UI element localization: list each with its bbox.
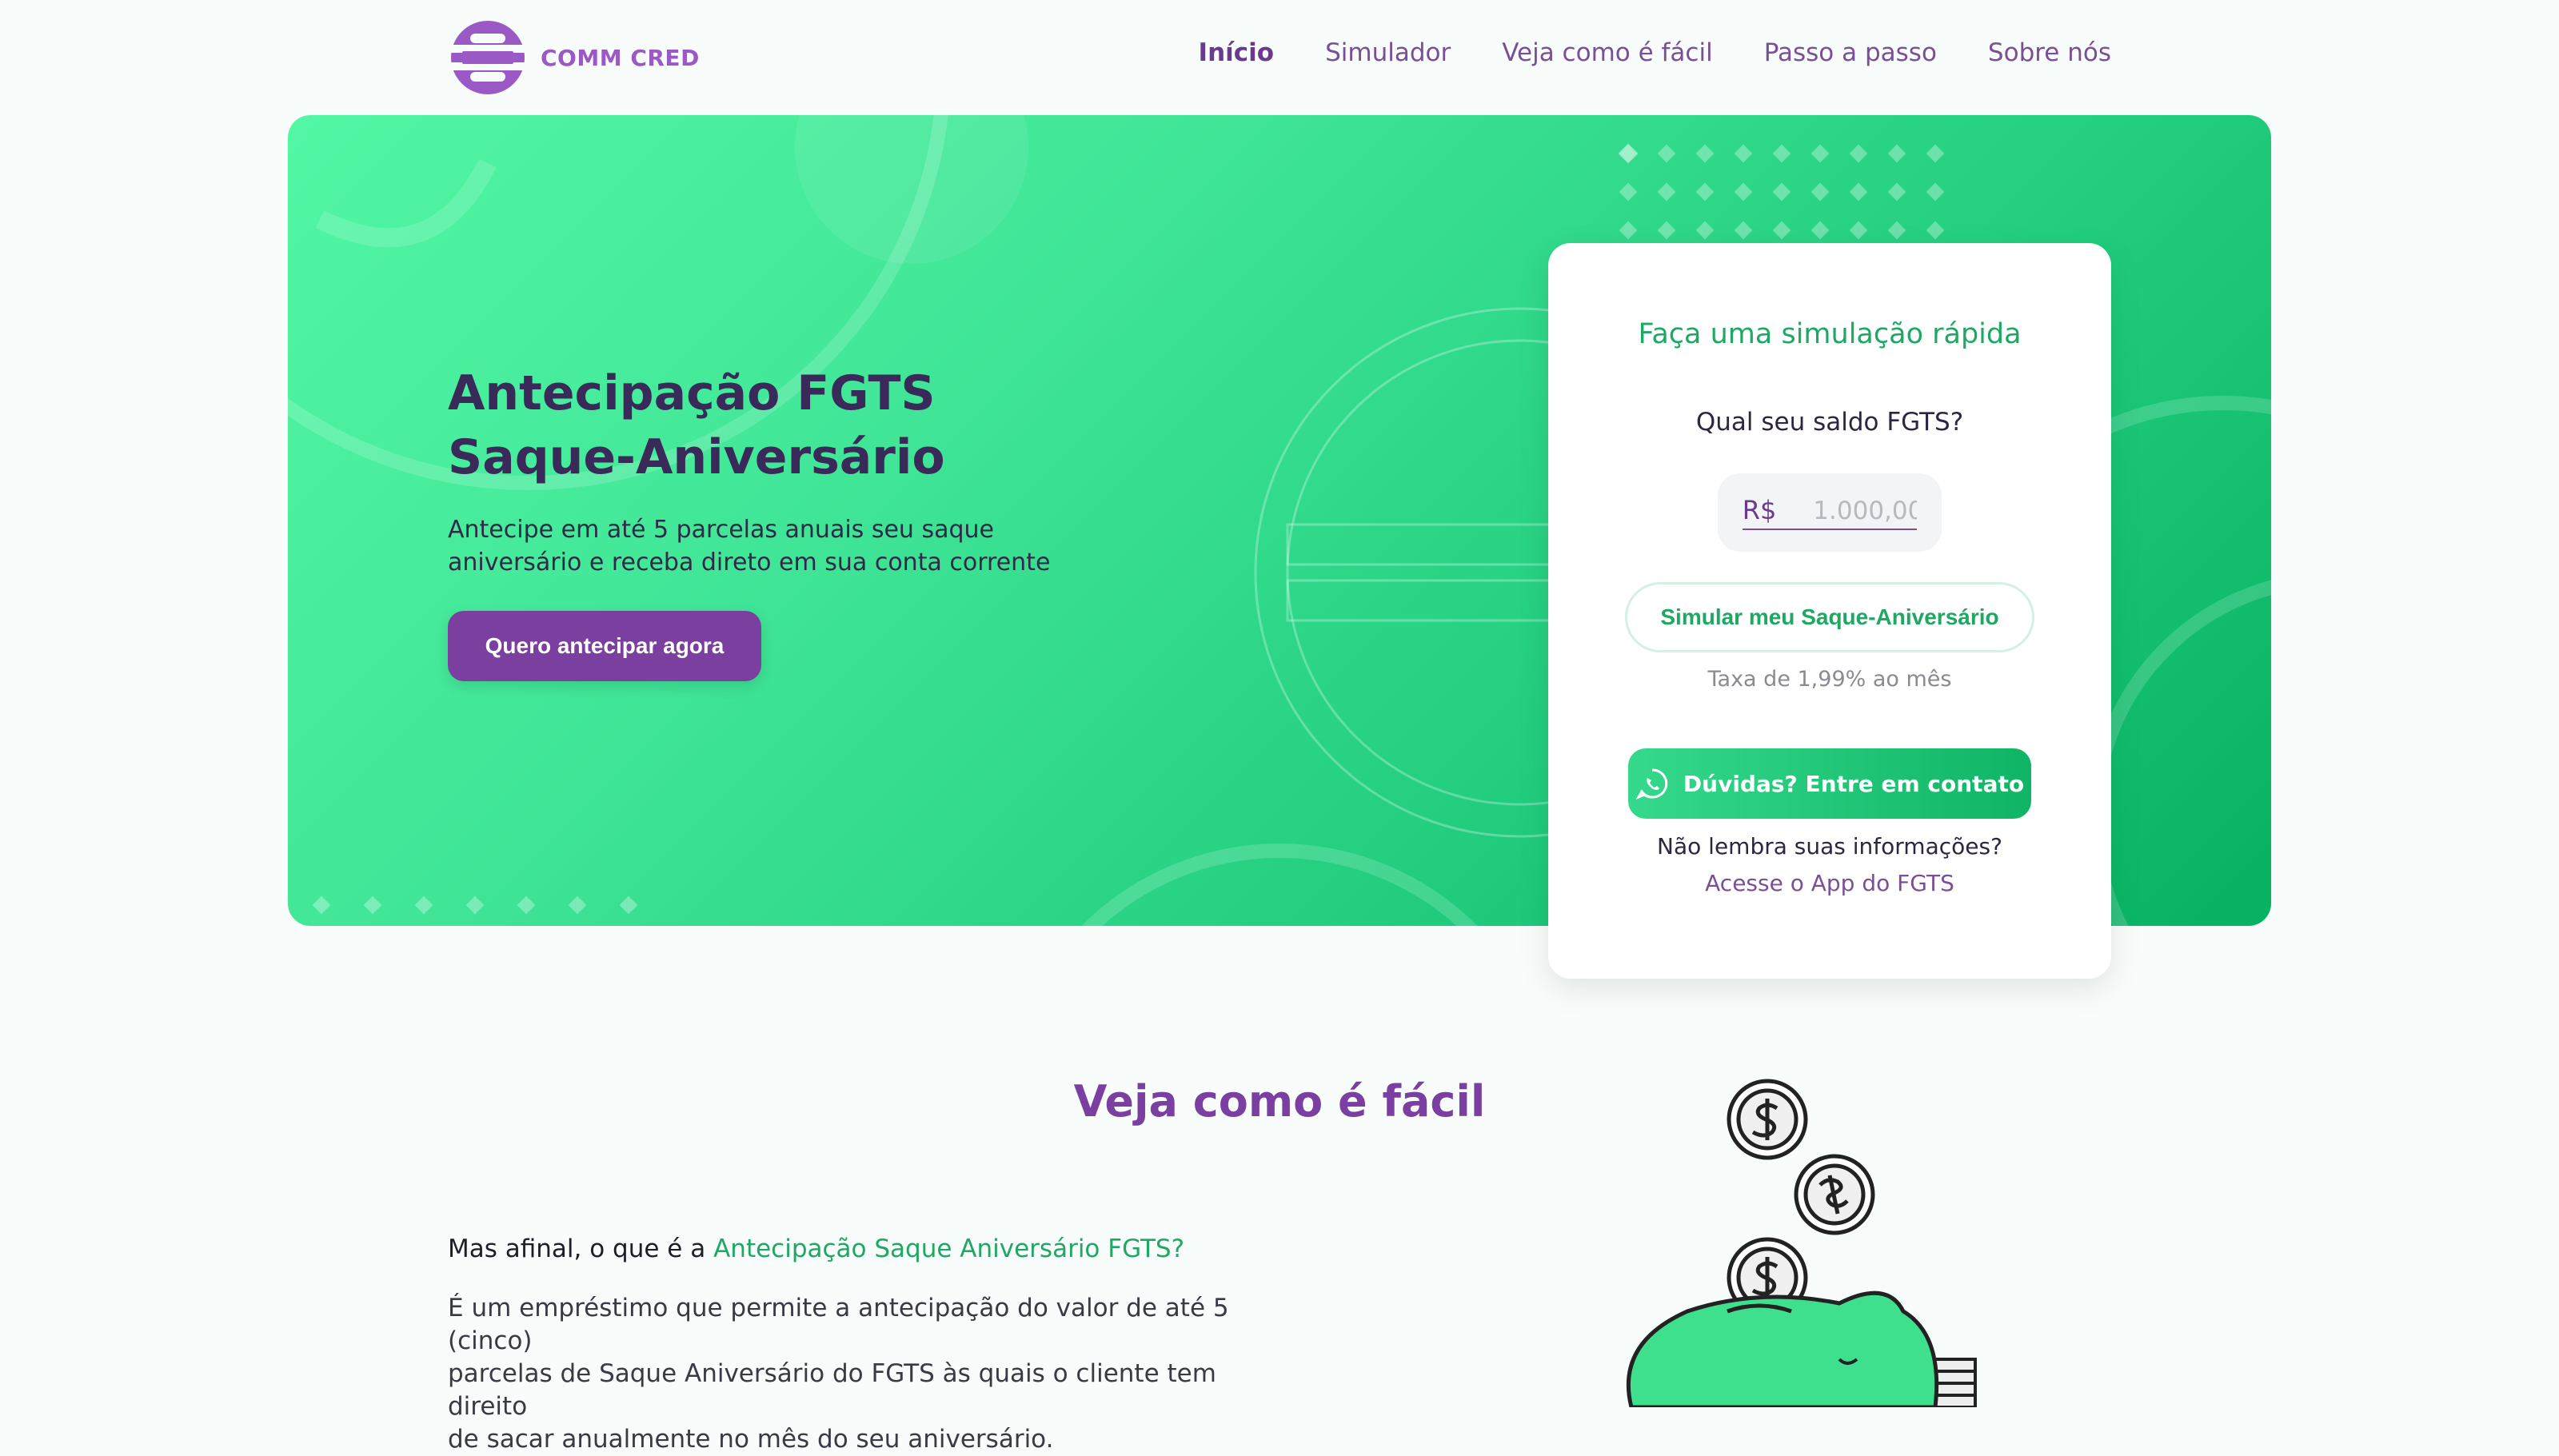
fgts-balance-question: Qual seu saldo FGTS? [1695,408,1964,437]
anticipate-now-button[interactable]: Quero antecipar agora [448,611,761,681]
answer-line2: parcelas de Saque Aniversário do FGTS às… [448,1359,1216,1421]
nav-item-veja-como-e-facil[interactable]: Veja como é fácil [1502,38,1712,67]
decor-diamond [1772,221,1791,240]
coin-icon [1794,1154,1875,1235]
answer-line3: de sacar anualmente no mês do seu aniver… [448,1425,1054,1454]
decor-diamond [1810,221,1830,240]
decor-diamond [1772,182,1791,201]
piggy-bank-illustration [1626,1079,1977,1407]
brand-name: COMM CRED [541,44,700,71]
decor-diamond [1810,182,1830,201]
hero-subtitle-line2: aniversário e receba direto em sua conta… [448,548,1051,576]
decor-diamond [1619,182,1638,201]
decor-diamond [1887,221,1906,240]
logo-icon [446,21,529,94]
question-prefix: Mas afinal, o que é a [448,1235,714,1263]
decor-diamond [568,896,587,915]
whatsapp-icon [1635,768,1668,800]
brand-logo[interactable]: COMM CRED [446,18,700,98]
simulation-card: Faça uma simulação rápida Qual seu saldo… [1548,243,2111,979]
coin-icon [1727,1079,1808,1160]
decor-diamond [1734,182,1753,201]
simulation-title: Faça uma simulação rápida [1638,318,2022,350]
decor-diamond [1619,144,1638,163]
hero-title: Antecipação FGTS Saque-Aniversário [448,361,1168,489]
main-nav: Início Simulador Veja como é fácil Passo… [1199,38,2111,67]
decor-diamond [1695,182,1715,201]
contact-whatsapp-button[interactable]: Dúvidas? Entre em contato [1628,748,2031,819]
decor-diamond [1926,144,1945,163]
what-is-answer: É um empréstimo que permite a antecipaçã… [448,1292,1295,1456]
decor-diamond [1657,144,1676,163]
section-title: Veja como é fácil [1073,1076,1486,1127]
contact-button-label: Dúvidas? Entre em contato [1683,770,2025,797]
question-highlight: Antecipação Saque Aniversário FGTS? [713,1235,1185,1263]
decor-diamond [1849,221,1868,240]
decor-diamond [1926,221,1945,240]
decor-diamond [1926,182,1945,201]
decor-diamond [1695,144,1715,163]
decor-diamond [1849,144,1868,163]
fgts-amount-input[interactable] [1813,497,1918,525]
forgot-info-text: Não lembra suas informações? [1657,833,2002,860]
decor-diamond [1734,144,1753,163]
decor-diamond [1772,144,1791,163]
nav-item-passo-a-passo[interactable]: Passo a passo [1764,38,1937,67]
decor-diamond [619,896,638,915]
decor-diamond [1619,221,1638,240]
hero-title-line2: Saque-Aniversário [448,429,945,485]
decor-diamond [1887,182,1906,201]
hero-subtitle: Antecipe em até 5 parcelas anuais seu sa… [448,513,1104,579]
decor-diamond [1810,144,1830,163]
decor-diamond [312,896,331,915]
decor-diamond [414,896,433,915]
hero-subtitle-line1: Antecipe em até 5 parcelas anuais seu sa… [448,516,994,544]
simulate-button[interactable]: Simular meu Saque-Aniversário [1625,582,2034,652]
decor-diamond [1657,221,1676,240]
nav-item-sobre-nos[interactable]: Sobre nós [1988,38,2111,67]
decor-diamond [1734,221,1753,240]
fgts-app-link[interactable]: Acesse o App do FGTS [1548,870,2111,896]
decor-diamond [465,896,485,915]
answer-line1: É um empréstimo que permite a antecipaçã… [448,1294,1229,1355]
currency-label: R$ [1742,495,1777,525]
what-is-question: Mas afinal, o que é a Antecipação Saque … [448,1235,1184,1263]
fgts-amount-field[interactable]: R$ [1718,473,1942,552]
hero-title-line1: Antecipação FGTS [448,365,936,421]
interest-rate-text: Taxa de 1,99% ao mês [1707,667,1952,692]
decor-diamond [1887,144,1906,163]
decor-diamond [1695,221,1715,240]
decor-diamond [517,896,536,915]
decor-diamond [1657,182,1676,201]
decor-diamond [363,896,382,915]
nav-item-inicio[interactable]: Início [1199,38,1275,67]
nav-item-simulador[interactable]: Simulador [1325,38,1451,67]
decor-diamond [1849,182,1868,201]
